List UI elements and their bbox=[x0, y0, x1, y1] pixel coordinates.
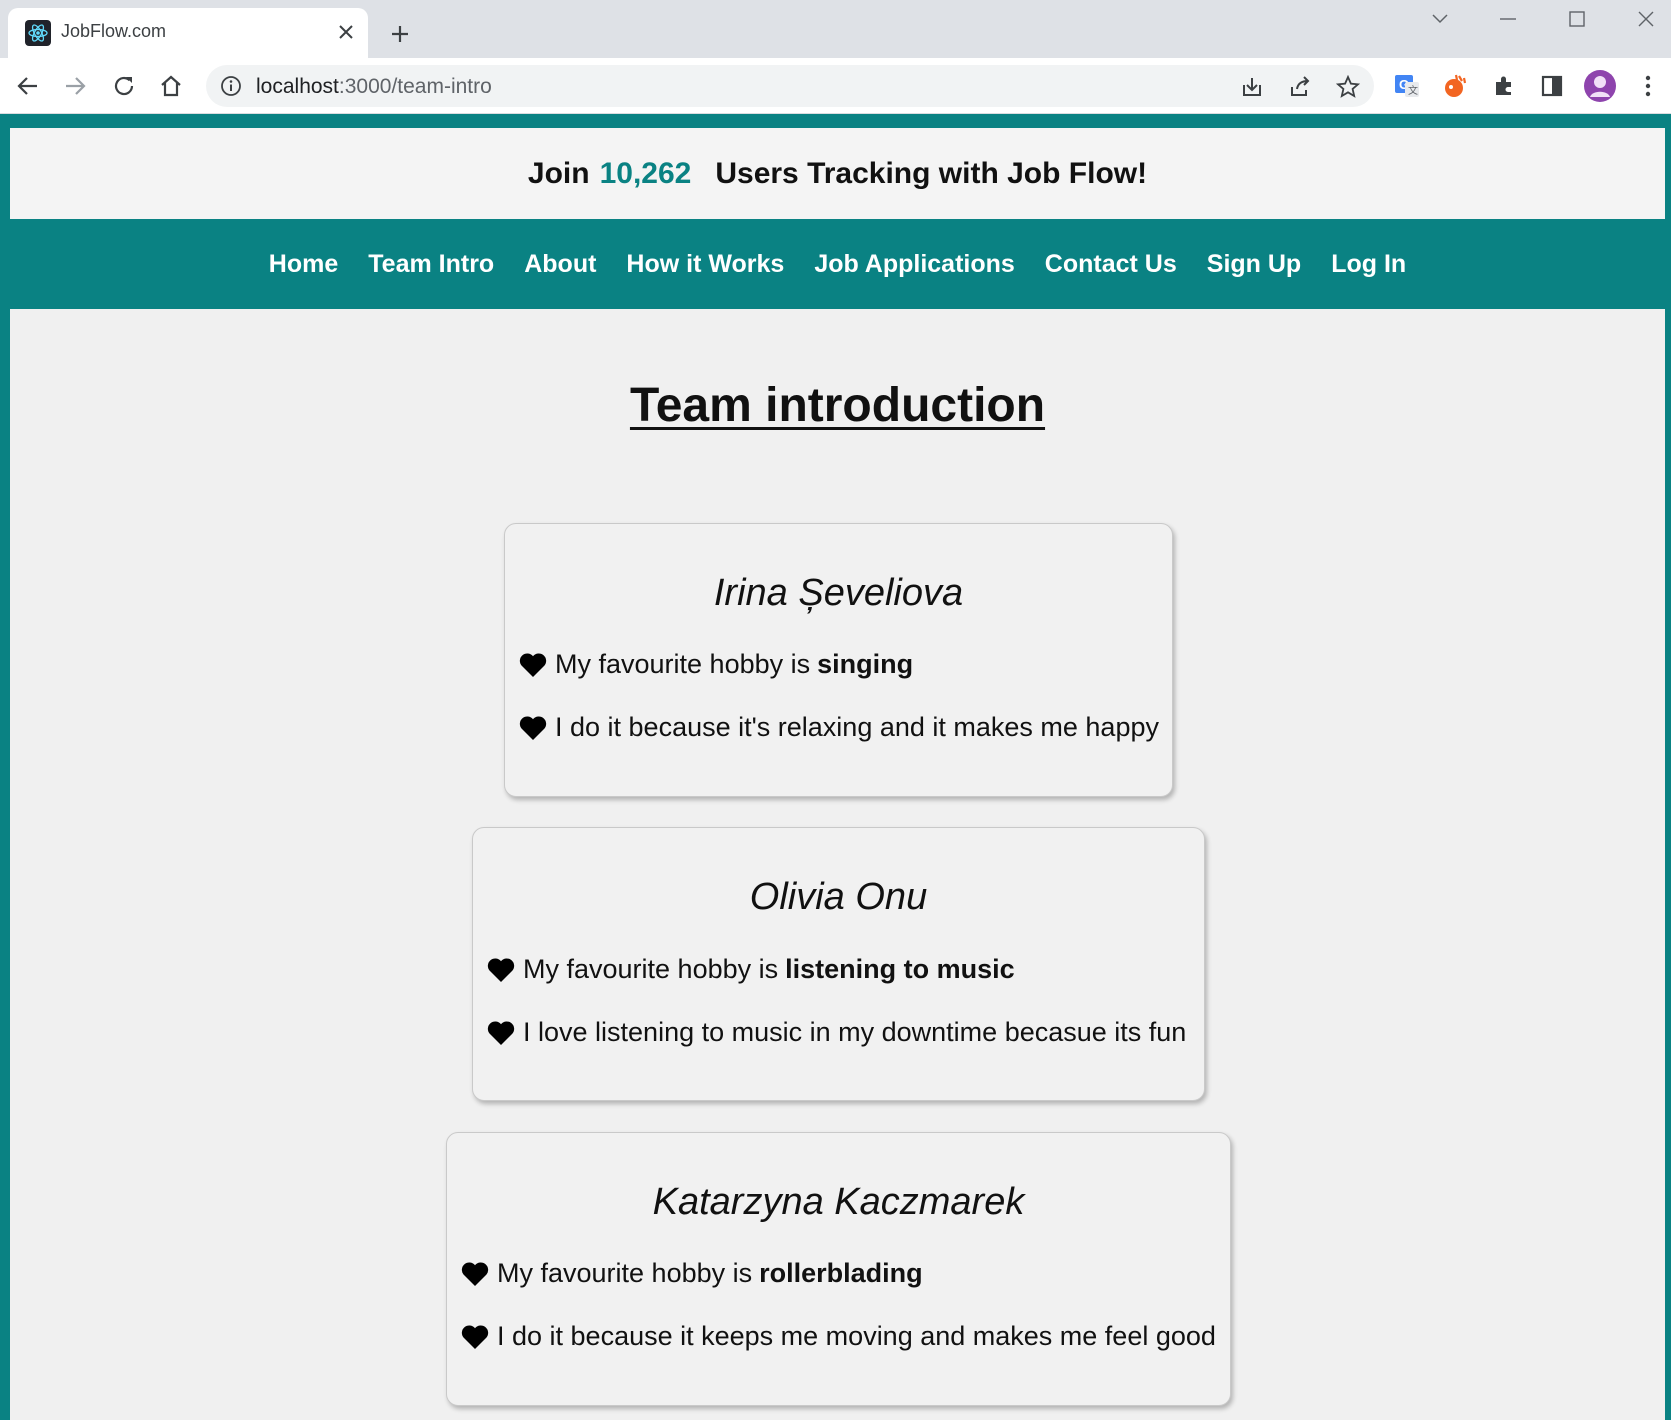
banner-suffix: Users Tracking with Job Flow! bbox=[715, 156, 1148, 190]
browser-menu-icon[interactable] bbox=[1631, 69, 1665, 103]
hobby-line: My favourite hobby is listening to music bbox=[487, 954, 1015, 985]
address-bar[interactable]: localhost:3000/team-intro bbox=[206, 65, 1374, 107]
heart-icon bbox=[487, 957, 515, 982]
close-tab-icon[interactable] bbox=[332, 18, 360, 46]
nav-sign-up[interactable]: Sign Up bbox=[1207, 250, 1301, 279]
hobby-name: rollerblading bbox=[759, 1258, 923, 1288]
hobby-line: My favourite hobby is singing bbox=[519, 649, 913, 680]
reload-icon[interactable] bbox=[106, 68, 142, 104]
nav-how-it-works[interactable]: How it Works bbox=[626, 250, 784, 279]
tab-search-chevron-icon[interactable] bbox=[1420, 4, 1460, 34]
maximize-icon[interactable] bbox=[1557, 4, 1597, 34]
team-member-card: Olivia Onu My favourite hobby is listeni… bbox=[472, 827, 1205, 1101]
hobby-prefix: My favourite hobby is bbox=[555, 649, 811, 679]
hobby-line: My favourite hobby is rollerblading bbox=[461, 1258, 923, 1289]
reason-line: I do it because it keeps me moving and m… bbox=[461, 1321, 1216, 1352]
page-frame: Join 10,262 Users Tracking with Job Flow… bbox=[0, 114, 1671, 1420]
nav-about[interactable]: About bbox=[524, 250, 596, 279]
reason-line: I do it because it's relaxing and it mak… bbox=[519, 712, 1159, 743]
hobby-prefix: My favourite hobby is bbox=[497, 1258, 753, 1288]
hobby-reason: I love listening to music in my downtime… bbox=[523, 1017, 1187, 1047]
member-name: Katarzyna Kaczmarek bbox=[652, 1181, 1025, 1223]
google-translate-icon[interactable]: G文 bbox=[1390, 69, 1424, 103]
signup-banner: Join 10,262 Users Tracking with Job Flow… bbox=[10, 128, 1665, 219]
member-name: Irina Șeveliova bbox=[713, 572, 964, 614]
team-member-card: Irina Șeveliova My favourite hobby is si… bbox=[504, 523, 1173, 797]
minimize-icon[interactable] bbox=[1488, 4, 1528, 34]
nav-log-in[interactable]: Log In bbox=[1331, 250, 1406, 279]
member-name: Olivia Onu bbox=[749, 876, 928, 918]
browser-toolbar: localhost:3000/team-intro G文 bbox=[0, 58, 1671, 114]
profile-avatar-icon[interactable] bbox=[1583, 69, 1617, 103]
share-icon[interactable] bbox=[1285, 72, 1315, 102]
tab-title: JobFlow.com bbox=[61, 21, 167, 41]
extensions-puzzle-icon[interactable] bbox=[1487, 69, 1521, 103]
new-tab-icon[interactable] bbox=[382, 16, 418, 52]
team-member-card: Katarzyna Kaczmarek My favourite hobby i… bbox=[446, 1132, 1231, 1406]
url-text[interactable]: localhost:3000/team-intro bbox=[256, 75, 492, 99]
back-icon[interactable] bbox=[10, 68, 46, 104]
forward-icon[interactable] bbox=[57, 68, 93, 104]
heart-icon bbox=[519, 652, 547, 677]
hobby-prefix: My favourite hobby is bbox=[523, 954, 779, 984]
bookmark-star-icon[interactable] bbox=[1333, 72, 1363, 102]
page-title: Team introduction bbox=[629, 379, 1046, 432]
main-navbar: Home Team Intro About How it Works Job A… bbox=[10, 219, 1665, 309]
url-path: :3000/team-intro bbox=[338, 75, 492, 98]
nav-home[interactable]: Home bbox=[269, 250, 338, 279]
side-panel-icon[interactable] bbox=[1535, 69, 1569, 103]
user-count: 10,262 bbox=[599, 156, 692, 190]
page-content: Join 10,262 Users Tracking with Job Flow… bbox=[10, 128, 1665, 1420]
close-window-icon[interactable] bbox=[1626, 4, 1666, 34]
browser-tab[interactable]: JobFlow.com bbox=[8, 8, 368, 58]
nav-job-applications[interactable]: Job Applications bbox=[814, 250, 1014, 279]
nav-contact-us[interactable]: Contact Us bbox=[1045, 250, 1177, 279]
banner-prefix: Join bbox=[527, 156, 590, 190]
url-host: localhost bbox=[256, 75, 339, 98]
site-info-icon[interactable] bbox=[220, 75, 242, 97]
heart-icon bbox=[487, 1020, 515, 1045]
heart-icon bbox=[461, 1261, 489, 1286]
hobby-name: singing bbox=[817, 649, 914, 679]
extension-orange-icon[interactable] bbox=[1439, 69, 1473, 103]
heart-icon bbox=[519, 715, 547, 740]
react-icon bbox=[25, 20, 51, 46]
hobby-reason: I do it because it keeps me moving and m… bbox=[497, 1321, 1216, 1351]
nav-team-intro[interactable]: Team Intro bbox=[368, 250, 494, 279]
heart-icon bbox=[461, 1324, 489, 1349]
hobby-name: listening to music bbox=[785, 954, 1015, 984]
browser-tabstrip: JobFlow.com bbox=[0, 0, 1671, 58]
hobby-reason: I do it because it's relaxing and it mak… bbox=[555, 712, 1159, 742]
svg-text:文: 文 bbox=[1408, 84, 1418, 97]
reason-line: I love listening to music in my downtime… bbox=[487, 1017, 1186, 1048]
install-icon[interactable] bbox=[1237, 72, 1267, 102]
home-icon[interactable] bbox=[153, 68, 189, 104]
